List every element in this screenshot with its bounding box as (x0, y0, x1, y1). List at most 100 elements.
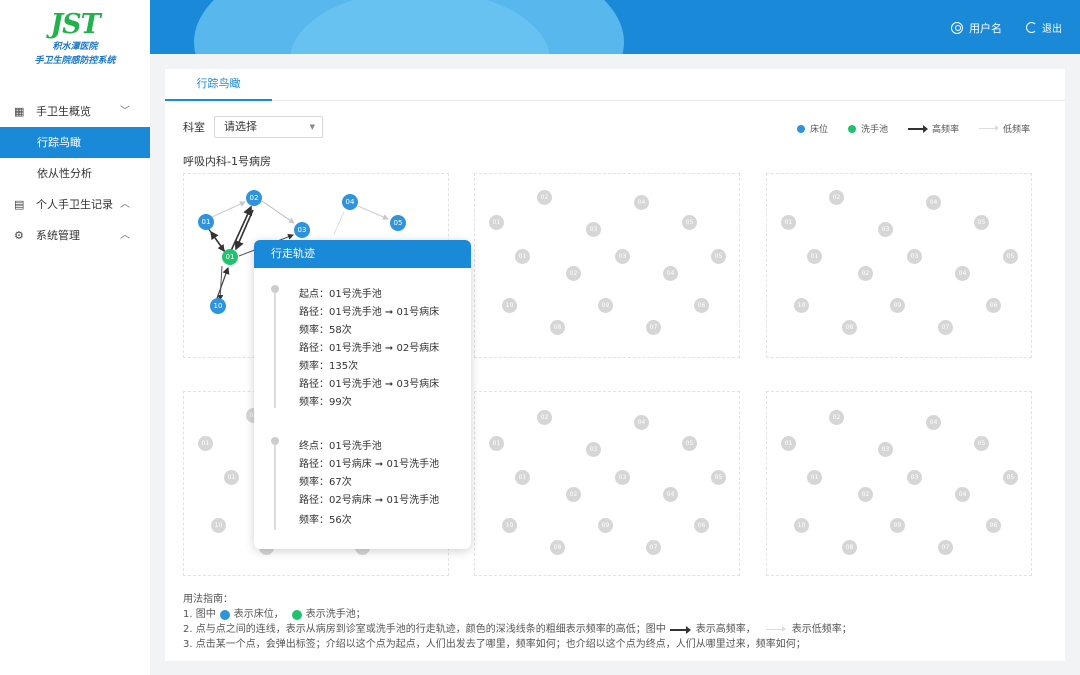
inactive-node[interactable]: 01 (489, 436, 504, 451)
inactive-node[interactable]: 08 (550, 540, 565, 555)
inactive-node[interactable]: 08 (550, 320, 565, 335)
inactive-node[interactable]: 05 (711, 470, 726, 485)
inactive-node[interactable]: 10 (794, 518, 809, 533)
inactive-node[interactable]: 01 (781, 215, 796, 230)
inactive-node[interactable]: 07 (646, 540, 661, 555)
inactive-node[interactable]: 07 (938, 320, 953, 335)
inactive-node[interactable]: 06 (986, 518, 1001, 533)
user-menu[interactable]: 用户名 (951, 20, 1002, 36)
bed-node[interactable]: 04 (342, 194, 358, 210)
inactive-node[interactable]: 03 (907, 249, 922, 264)
menu-group-overview[interactable]: ▦ 手卫生概览 ﹀ (0, 96, 150, 127)
tab-track-overview[interactable]: 行踪鸟瞰 (165, 69, 272, 101)
bed-node[interactable]: 02 (246, 190, 262, 206)
inactive-node[interactable]: 02 (829, 410, 844, 425)
inactive-node[interactable]: 08 (842, 320, 857, 335)
inactive-node[interactable]: 01 (807, 470, 822, 485)
inactive-node[interactable]: 04 (926, 195, 941, 210)
inactive-node[interactable]: 05 (682, 215, 697, 230)
inactive-node[interactable]: 02 (537, 190, 552, 205)
inactive-node[interactable]: 10 (211, 518, 226, 533)
inactive-node[interactable]: 02 (537, 410, 552, 425)
logout-button[interactable]: 退出 (1026, 20, 1062, 35)
logo: JST 积水潭医院 手卫生院感防控系统 (0, 10, 150, 82)
inactive-node[interactable]: 03 (586, 222, 601, 237)
bed-node[interactable]: 05 (390, 215, 406, 231)
inactive-node[interactable]: 01 (489, 215, 504, 230)
inactive-node[interactable]: 04 (663, 266, 678, 281)
logout-icon (1026, 22, 1037, 33)
inactive-node[interactable]: 04 (955, 266, 970, 281)
legend-high: 高频率 (907, 122, 959, 135)
inactive-node[interactable]: 01 (224, 470, 239, 485)
inactive-node[interactable]: 04 (663, 487, 678, 502)
guide-text: 表示低频率； (791, 624, 852, 635)
inactive-node[interactable]: 03 (878, 442, 893, 457)
inactive-node[interactable]: 02 (566, 487, 581, 502)
inactive-node[interactable]: 02 (566, 266, 581, 281)
legend-label: 高频率 (931, 125, 959, 135)
inactive-node[interactable]: 05 (711, 249, 726, 264)
inactive-node[interactable]: 10 (794, 298, 809, 313)
bed-node[interactable]: 03 (294, 222, 310, 238)
menu-group-personal-record[interactable]: ▤ 个人手卫生记录 ︿ (0, 189, 150, 220)
inactive-node[interactable]: 01 (781, 436, 796, 451)
inactive-node[interactable]: 02 (858, 266, 873, 281)
bed-node[interactable]: 01 (198, 214, 214, 230)
inactive-node[interactable]: 07 (646, 320, 661, 335)
menu-group-label: 系统管理 (36, 229, 80, 242)
department-select[interactable]: 请选择 ▼ (214, 116, 323, 138)
inactive-node[interactable]: 02 (858, 487, 873, 502)
inactive-node[interactable]: 08 (842, 540, 857, 555)
sink-node[interactable]: 01 (222, 249, 238, 265)
inactive-node[interactable]: 04 (634, 415, 649, 430)
inactive-node[interactable]: 10 (502, 298, 517, 313)
inactive-node[interactable]: 09 (598, 518, 613, 533)
ward-map-panel[interactable]: 02 04 01 03 05 01 03 05 02 04 10 09 06 0… (474, 173, 740, 358)
inactive-node[interactable]: 07 (938, 540, 953, 555)
inactive-node[interactable]: 03 (878, 222, 893, 237)
inactive-node[interactable]: 02 (829, 190, 844, 205)
tab-bar: 行踪鸟瞰 (165, 69, 1065, 101)
bed-node[interactable]: 10 (210, 298, 226, 314)
ward-map-panel[interactable]: 02 04 01 03 05 01 03 05 02 04 10 09 06 0… (766, 173, 1032, 358)
inactive-node[interactable]: 05 (1003, 470, 1018, 485)
inactive-node[interactable]: 05 (682, 436, 697, 451)
inactive-node[interactable]: 04 (955, 487, 970, 502)
inactive-node[interactable]: 03 (907, 470, 922, 485)
inactive-node[interactable]: 09 (598, 298, 613, 313)
menu-group-system[interactable]: ⚙ 系统管理 ︿ (0, 220, 150, 251)
department-filter: 科室 请选择 ▼ (183, 116, 323, 138)
inactive-node[interactable]: 01 (807, 249, 822, 264)
inactive-node[interactable]: 06 (694, 518, 709, 533)
inactive-node[interactable]: 05 (1003, 249, 1018, 264)
inactive-node[interactable]: 03 (586, 442, 601, 457)
inactive-node[interactable]: 03 (615, 470, 630, 485)
route-freq: 频率：67次 (299, 477, 352, 488)
legend-low: 低频率 (978, 122, 1030, 135)
inactive-node[interactable]: 10 (502, 518, 517, 533)
inactive-node[interactable]: 05 (974, 215, 989, 230)
gear-icon: ⚙ (14, 229, 24, 242)
inactive-node[interactable]: 03 (615, 249, 630, 264)
sidebar-item-track-overview[interactable]: 行踪鸟瞰 (0, 127, 150, 158)
inactive-node[interactable]: 06 (694, 298, 709, 313)
inactive-node[interactable]: 09 (890, 298, 905, 313)
route-freq: 频率：56次 (299, 515, 352, 526)
route-path: 路径：01号洗手池 ➞ 02号病床 (299, 343, 440, 354)
route-path: 路径：01号洗手池 ➞ 01号病床 (299, 307, 440, 318)
inactive-node[interactable]: 04 (926, 415, 941, 430)
inactive-node[interactable]: 01 (515, 470, 530, 485)
inactive-node[interactable]: 05 (974, 436, 989, 451)
popup-start: 起点：01号洗手池 (299, 289, 382, 300)
inactive-node[interactable]: 09 (890, 518, 905, 533)
ward-map-panel[interactable]: 02 04 01 03 05 01 03 05 02 04 10 09 06 0… (474, 391, 740, 576)
legend-label: 洗手池 (860, 125, 888, 135)
inactive-node[interactable]: 01 (198, 436, 213, 451)
bed-dot-icon (796, 124, 805, 133)
inactive-node[interactable]: 04 (634, 195, 649, 210)
sidebar-item-compliance[interactable]: 依从性分析 (0, 158, 150, 189)
inactive-node[interactable]: 01 (515, 249, 530, 264)
inactive-node[interactable]: 06 (986, 298, 1001, 313)
ward-map-panel[interactable]: 02 04 01 03 05 01 03 05 02 04 10 09 06 0… (766, 391, 1032, 576)
